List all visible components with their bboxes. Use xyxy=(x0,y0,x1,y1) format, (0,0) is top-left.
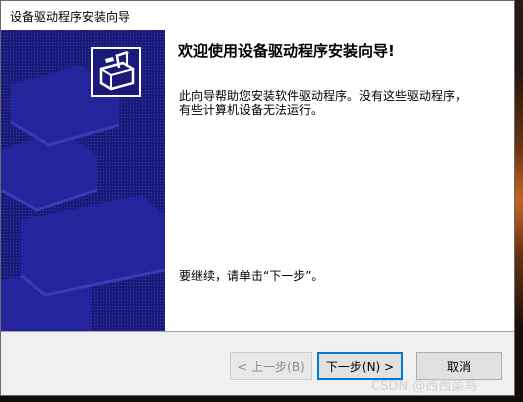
continue-hint: 要继续，请单击“下一步”。 xyxy=(179,269,324,283)
wizard-description: 此向导帮助您安装软件驱动程序。没有这些驱动程序，有些计算机设备无法运行。 xyxy=(179,89,468,117)
back-button[interactable]: < 上一步(B) xyxy=(230,352,312,380)
window-title: 设备驱动程序安装向导 xyxy=(10,10,131,24)
button-separator xyxy=(1,331,514,332)
wizard-heading: 欢迎使用设备驱动程序安装向导! xyxy=(178,42,395,60)
driver-install-wizard-window: 设备驱动程序安装向导 欢迎使用设备驱动程序安装向导! 此向导帮助您安装软件驱动程… xyxy=(0,0,515,396)
wizard-side-panel xyxy=(1,30,165,331)
title-bar[interactable]: 设备驱动程序安装向导 xyxy=(1,1,514,31)
wizard-content: 欢迎使用设备驱动程序安装向导! 此向导帮助您安装软件驱动程序。没有这些驱动程序，… xyxy=(1,30,514,331)
csdn-watermark: CSDN @西西菜鸟 xyxy=(371,379,478,394)
device-driver-install-icon xyxy=(91,47,141,97)
